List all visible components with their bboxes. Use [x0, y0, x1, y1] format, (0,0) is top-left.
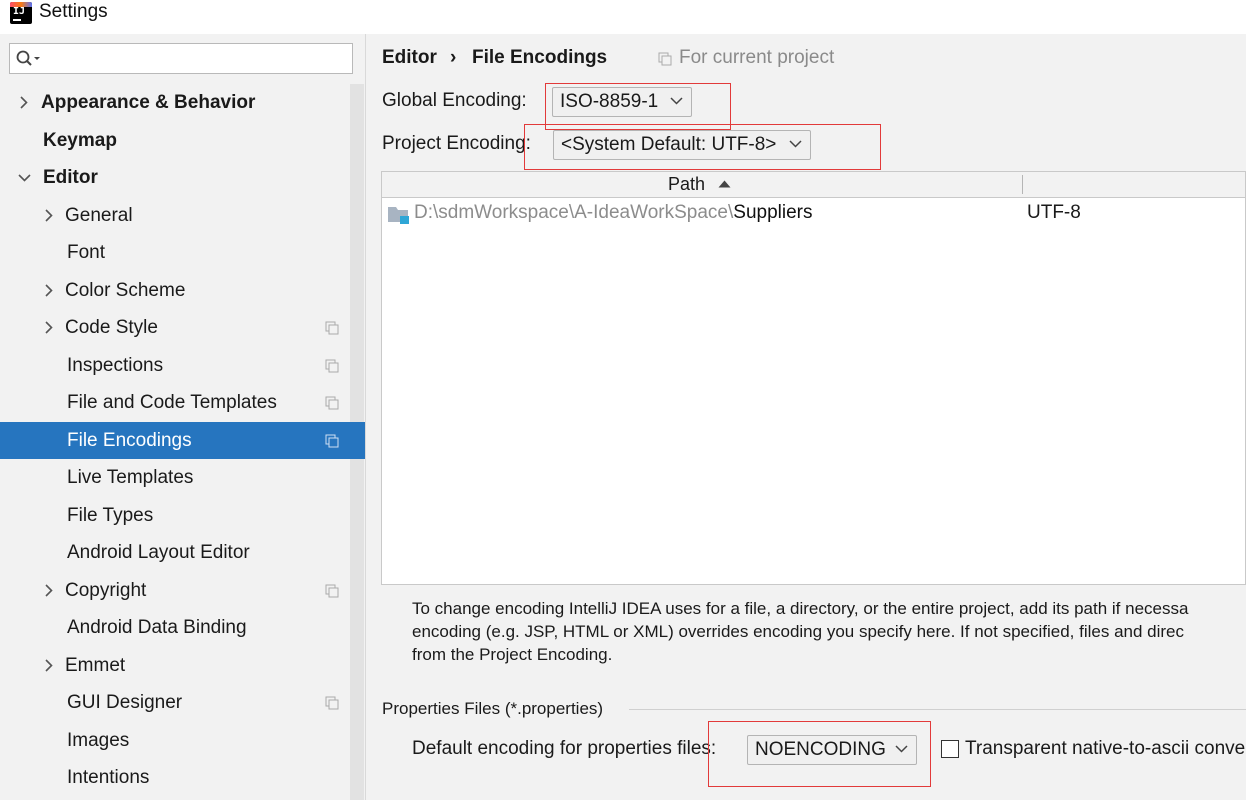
- row-encoding[interactable]: UTF-8: [1027, 198, 1081, 228]
- search-icon: [16, 50, 40, 66]
- transparent-native-to-ascii-label[interactable]: Transparent native-to-ascii conve: [965, 738, 1245, 760]
- sidebar-item-android-data-binding[interactable]: Android Data Binding: [0, 609, 350, 646]
- sidebar-item-inspections[interactable]: Inspections: [0, 347, 350, 384]
- settings-search-box[interactable]: [9, 43, 353, 74]
- sidebar-item-label: GUI Designer: [67, 692, 183, 713]
- sidebar-item-label: Font: [67, 242, 106, 263]
- global-encoding-value: ISO-8859-1: [560, 91, 659, 112]
- sidebar-item-color-scheme[interactable]: Color Scheme: [0, 272, 350, 309]
- sidebar-item-copyright[interactable]: Copyright: [0, 572, 350, 609]
- sidebar-item-label: Appearance & Behavior: [41, 92, 256, 113]
- chevron-right-icon[interactable]: [42, 647, 56, 684]
- sidebar-item-label: Live Templates: [67, 467, 194, 488]
- sidebar-item-appearance-behavior[interactable]: Appearance & Behavior: [0, 84, 350, 121]
- sidebar-item-gui-designer[interactable]: GUI Designer: [0, 684, 350, 721]
- sidebar-item-images[interactable]: Images: [0, 722, 350, 759]
- sidebar-item-file-code-templates[interactable]: File and Code Templates: [0, 384, 350, 421]
- project-scope-icon: [325, 396, 339, 410]
- sidebar-item-code-style[interactable]: Code Style: [0, 309, 350, 346]
- help-line: from the Project Encoding.: [412, 645, 613, 664]
- sidebar-item-android-layout-editor[interactable]: Android Layout Editor: [0, 534, 350, 571]
- chevron-down-icon: [670, 97, 683, 105]
- sidebar-item-file-encodings[interactable]: File Encodings: [0, 422, 365, 459]
- chevron-right-icon[interactable]: [42, 272, 56, 309]
- global-encoding-dropdown[interactable]: ISO-8859-1: [552, 87, 692, 117]
- sidebar-item-keymap[interactable]: Keymap: [0, 122, 350, 159]
- chevron-right-icon[interactable]: [42, 309, 56, 346]
- sidebar-item-editor[interactable]: Editor: [0, 159, 350, 196]
- column-divider[interactable]: [1022, 175, 1023, 194]
- breadcrumb-separator: ›: [450, 47, 457, 68]
- sidebar-item-label: Emmet: [65, 655, 126, 676]
- transparent-native-to-ascii-checkbox[interactable]: [941, 740, 959, 758]
- default-properties-encoding-label: Default encoding for properties files:: [412, 738, 717, 759]
- settings-content-panel: Editor › File Encodings For current proj…: [366, 34, 1246, 800]
- help-line: To change encoding IntelliJ IDEA uses fo…: [412, 599, 1189, 618]
- properties-section-title: Properties Files (*.properties): [382, 699, 604, 718]
- global-encoding-label: Global Encoding:: [382, 90, 527, 111]
- sidebar-item-general[interactable]: General: [0, 197, 350, 234]
- table-row[interactable]: D:\sdmWorkspace\A-IdeaWorkSpace\Supplier…: [382, 198, 1245, 228]
- project-encoding-value: <System Default: UTF-8>: [561, 134, 777, 155]
- project-encoding-label: Project Encoding:: [382, 133, 531, 154]
- help-text: To change encoding IntelliJ IDEA uses fo…: [412, 597, 1246, 667]
- row-path-prefix: D:\sdmWorkspace\A-IdeaWorkSpace\: [414, 202, 734, 223]
- properties-encoding-dropdown[interactable]: NOENCODING: [747, 735, 917, 765]
- breadcrumb-parent[interactable]: Editor: [382, 47, 437, 69]
- properties-encoding-value: NOENCODING: [755, 739, 886, 760]
- sidebar-item-live-templates[interactable]: Live Templates: [0, 459, 350, 496]
- sidebar-item-label: File Encodings: [67, 430, 192, 451]
- row-path-name: Suppliers: [733, 202, 813, 223]
- sidebar-item-label: Android Layout Editor: [67, 542, 250, 563]
- project-scope-icon: [325, 359, 339, 373]
- breadcrumb-current: File Encodings: [472, 47, 608, 68]
- chevron-right-icon[interactable]: [42, 197, 56, 234]
- intellij-logo-icon: IJ: [10, 2, 32, 24]
- sidebar-item-label: Images: [67, 730, 130, 751]
- sidebar-item-label: Intentions: [67, 767, 150, 788]
- column-header-path[interactable]: Path: [668, 174, 705, 195]
- chevron-right-icon[interactable]: [17, 84, 31, 121]
- project-scope-icon: [325, 584, 339, 598]
- window-title: Settings: [39, 1, 108, 22]
- project-scope-icon: [325, 696, 339, 710]
- sidebar-item-label: Copyright: [65, 580, 147, 601]
- title-bar: IJ Settings: [0, 0, 1246, 34]
- table-header: Path: [382, 172, 1245, 198]
- sidebar-item-label: Editor: [43, 167, 98, 188]
- sidebar-item-label: Code Style: [65, 317, 158, 338]
- sidebar-item-intentions[interactable]: Intentions: [0, 759, 350, 796]
- project-scope-icon: [658, 52, 672, 66]
- scope-label: For current project: [679, 47, 835, 68]
- chevron-right-icon[interactable]: [42, 572, 56, 609]
- sidebar-item-label: File and Code Templates: [67, 392, 277, 413]
- sidebar-item-font[interactable]: Font: [0, 234, 350, 271]
- chevron-down-icon: [895, 745, 908, 753]
- sidebar-item-emmet[interactable]: Emmet: [0, 647, 350, 684]
- project-encoding-dropdown[interactable]: <System Default: UTF-8>: [553, 130, 811, 160]
- help-line: encoding (e.g. JSP, HTML or XML) overrid…: [412, 622, 1185, 641]
- chevron-down-icon: [789, 140, 802, 148]
- sidebar-item-label: File Types: [67, 505, 154, 526]
- sidebar-item-label: Android Data Binding: [67, 617, 247, 638]
- sort-ascending-icon: [718, 180, 731, 188]
- section-divider: [629, 709, 1246, 710]
- chevron-down-icon[interactable]: [17, 159, 31, 196]
- sidebar-item-label: Color Scheme: [65, 280, 186, 301]
- settings-search-input[interactable]: [50, 48, 350, 72]
- row-path: D:\sdmWorkspace\A-IdeaWorkSpace\Supplier…: [414, 198, 812, 228]
- module-folder-icon: [388, 207, 409, 224]
- settings-sidebar: Appearance & Behavior Keymap Editor Gene…: [0, 34, 366, 800]
- sidebar-item-file-types[interactable]: File Types: [0, 497, 350, 534]
- sidebar-item-label: General: [65, 205, 133, 226]
- file-encodings-table[interactable]: Path D:\sdmWorkspace\A-IdeaWorkSpace\Sup…: [381, 171, 1246, 585]
- sidebar-item-label: Keymap: [43, 130, 117, 151]
- project-scope-icon: [325, 434, 339, 448]
- sidebar-item-label: Inspections: [67, 355, 164, 376]
- project-scope-icon: [325, 321, 339, 335]
